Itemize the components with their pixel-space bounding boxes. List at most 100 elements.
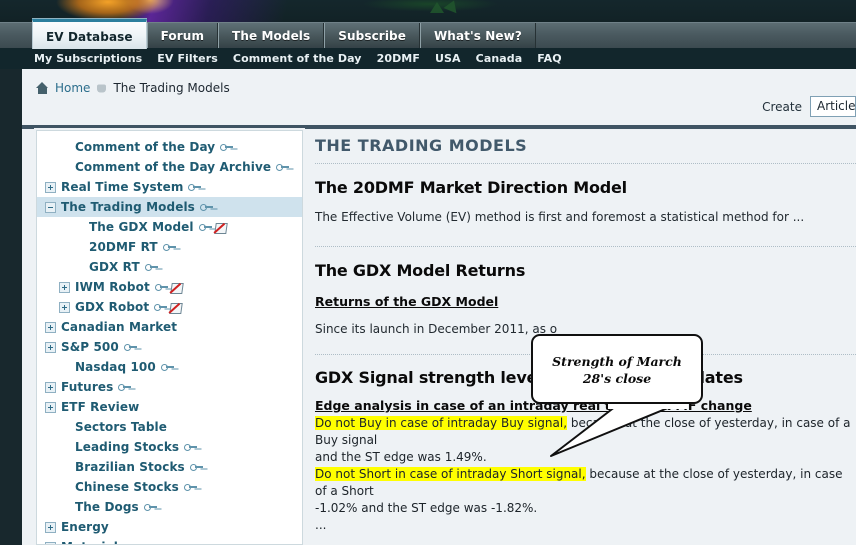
breadcrumb-separator-icon (97, 83, 107, 93)
key-icon (154, 303, 168, 311)
subnav-item-usa[interactable]: USA (435, 52, 461, 65)
subnav-item-comment-of-the-day[interactable]: Comment of the Day (233, 52, 362, 65)
collapse-icon[interactable] (45, 201, 56, 213)
page-title: THE TRADING MODELS (315, 136, 528, 155)
expand-icon[interactable] (59, 301, 70, 313)
key-icon (143, 503, 157, 511)
sidebar-item-20dmf-rt[interactable]: 20DMF RT (37, 237, 302, 257)
sidebar-item-etf-review[interactable]: ETF Review (37, 397, 302, 417)
sidebar-item-label: Comment of the Day (75, 140, 216, 154)
sidebar-item-label: Nasdaq 100 (75, 360, 156, 374)
key-icon (189, 463, 203, 471)
subnav-item-faq[interactable]: FAQ (537, 52, 561, 65)
sidebar-item-futures[interactable]: Futures (37, 377, 302, 397)
key-icon (144, 263, 158, 271)
divider (315, 246, 856, 247)
tab-forum[interactable]: Forum (146, 23, 219, 49)
sidebar-item-s-p-500[interactable]: S&P 500 (37, 337, 302, 357)
sidebar-item-brazilian-stocks[interactable]: Brazilian Stocks (37, 457, 302, 477)
primary-navbar: EV Database Forum The Models Subscribe What'… (0, 19, 856, 49)
sidebar-item-label: GDX RT (89, 260, 140, 274)
expand-icon[interactable] (59, 281, 70, 293)
sidebar-item-label: Sectors Table (75, 420, 167, 434)
sidebar-item-label: Brazilian Stocks (75, 460, 185, 474)
sidebar-item-gdx-robot[interactable]: GDX Robot (37, 297, 302, 317)
secondary-navbar: My Subscriptions EV Filters Comment of the… (0, 48, 856, 69)
expand-icon[interactable] (45, 401, 56, 413)
sidebar-item-chinese-stocks[interactable]: Chinese Stocks (37, 477, 302, 497)
subnav-item-ev-filters[interactable]: EV Filters (157, 52, 218, 65)
sidebar-item-the-gdx-model[interactable]: The GDX Model (37, 217, 302, 237)
body-ellipsis: ... (315, 518, 327, 532)
expand-icon[interactable] (45, 381, 56, 393)
subnav-item-20dmf[interactable]: 20DMF (377, 52, 420, 65)
tab-subscribe[interactable]: Subscribe (324, 23, 420, 49)
sidebar-item-energy[interactable]: Energy (37, 517, 302, 537)
sidebar-item-label: Futures (61, 380, 114, 394)
expand-icon[interactable] (45, 521, 56, 533)
breadcrumb-home-link[interactable]: Home (55, 81, 90, 95)
sidebar-item-comment-of-the-day[interactable]: Comment of the Day (37, 137, 302, 157)
sidebar-item-label: The Dogs (75, 500, 139, 514)
breadcrumb: Home The Trading Models (36, 80, 230, 96)
sidebar-item-label: Leading Stocks (75, 440, 180, 454)
section-heading-20dmf: The 20DMF Market Direction Model (315, 178, 627, 197)
sidebar-item-leading-stocks[interactable]: Leading Stocks (37, 437, 302, 457)
sidebar-item-nasdaq-100[interactable]: Nasdaq 100 (37, 357, 302, 377)
key-icon (160, 363, 174, 371)
key-icon (276, 163, 290, 171)
sidebar-item-label: 20DMF RT (89, 240, 158, 254)
key-icon (154, 283, 168, 291)
sidebar-item-label: Energy (61, 520, 109, 534)
restricted-document-icon (170, 282, 183, 293)
subnav-item-my-subscriptions[interactable]: My Subscriptions (34, 52, 142, 65)
sidebar-tree[interactable]: Comment of the Day Comment of the Day Arc… (36, 130, 303, 545)
expand-icon[interactable] (45, 181, 56, 193)
sidebar-item-canadian-market[interactable]: Canadian Market (37, 317, 302, 337)
tab-label: The Models (232, 29, 311, 43)
section-paragraph-20dmf: The Effective Volume (EV) method is firs… (315, 210, 805, 224)
sidebar-item-label: ETF Review (61, 400, 140, 414)
left-rail (0, 69, 22, 545)
create-control: Create Article (762, 96, 856, 117)
sidebar-item-real-time-system[interactable]: Real Time System (37, 177, 302, 197)
banner-leaf-icon (443, 0, 461, 14)
expand-icon[interactable] (45, 321, 56, 333)
section-link-gdx-returns[interactable]: Returns of the GDX Model (315, 294, 856, 309)
restricted-document-icon (214, 222, 227, 233)
key-icon (123, 343, 137, 351)
expand-icon[interactable] (45, 541, 56, 544)
sidebar-item-gdx-rt[interactable]: GDX RT (37, 257, 302, 277)
sidebar-item-label: The Trading Models (61, 200, 195, 214)
primary-tabs: EV Database Forum The Models Subscribe What'… (32, 19, 536, 49)
sidebar-item-comment-of-the-day-archive[interactable]: Comment of the Day Archive (37, 157, 302, 177)
key-icon (162, 243, 176, 251)
sidebar-item-label: IWM Robot (75, 280, 150, 294)
tab-label: Forum (160, 29, 205, 43)
sidebar-item-label: Chinese Stocks (75, 480, 179, 494)
sidebar-item-label: GDX Robot (75, 300, 150, 314)
sidebar-item-the-trading-models[interactable]: The Trading Models (37, 197, 302, 217)
sidebar-item-sectors-table[interactable]: Sectors Table (37, 417, 302, 437)
expand-icon[interactable] (45, 341, 56, 353)
tab-what-s-new[interactable]: What's New? (419, 23, 536, 49)
short-signal-highlight: Do not Short in case of intraday Short s… (315, 467, 586, 481)
tab-ev-database[interactable]: EV Database (32, 19, 147, 49)
callout-text: Strength of March 28's close (552, 354, 682, 386)
sidebar-item-the-dogs[interactable]: The Dogs (37, 497, 302, 517)
callout-balloon: Strength of March 28's close (531, 334, 703, 404)
create-type-select[interactable]: Article (810, 96, 856, 117)
key-icon (198, 223, 212, 231)
tab-label: EV Database (46, 30, 133, 44)
sidebar-item-label: S&P 500 (61, 340, 119, 354)
callout-pointer-icon (550, 397, 688, 457)
tab-the-models[interactable]: The Models (218, 23, 325, 49)
subnav-item-canada[interactable]: Canada (476, 52, 523, 65)
sidebar-item-iwm-robot[interactable]: IWM Robot (37, 277, 302, 297)
sidebar-item-label: Materials (61, 540, 125, 544)
sidebar-item-label: The GDX Model (89, 220, 194, 234)
breadcrumb-current: The Trading Models (113, 81, 230, 95)
tab-label: Subscribe (338, 29, 406, 43)
sidebar-item-materials[interactable]: Materials (37, 537, 302, 544)
home-icon (36, 82, 49, 94)
